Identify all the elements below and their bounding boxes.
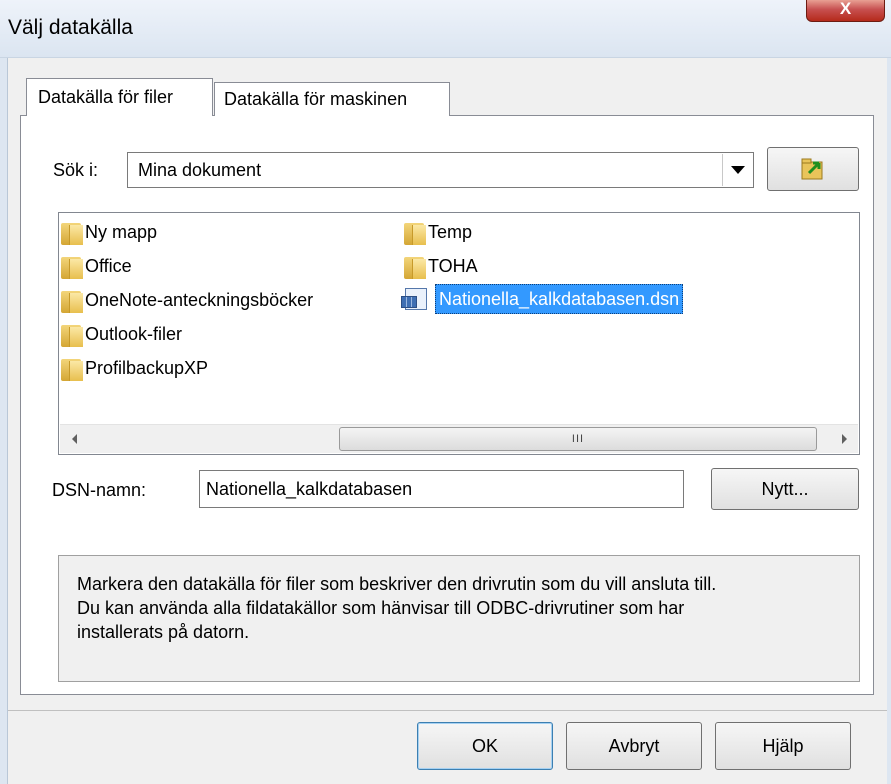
new-button[interactable]: Nytt... <box>711 468 859 510</box>
help-button-label: Hjälp <box>762 735 804 756</box>
dsn-name-label: DSN-namn: <box>52 480 147 500</box>
file-name: ProfilbackupXP <box>85 357 209 378</box>
file-list[interactable]: Ny mapp Office OneNote-anteckningsböcker… <box>58 212 860 455</box>
dsn-name-field[interactable] <box>200 471 683 507</box>
window-title: Välj datakälla <box>8 16 133 39</box>
lookin-label: Sök i: <box>53 160 99 180</box>
help-button[interactable]: Hjälp <box>715 722 851 770</box>
folder-up-icon <box>801 158 823 180</box>
list-item[interactable]: Office <box>61 251 132 281</box>
dropdown-arrow-button[interactable] <box>722 154 752 186</box>
scroll-right-button[interactable] <box>830 425 858 453</box>
cancel-button-label: Avbryt <box>608 735 660 756</box>
folder-icon <box>61 321 83 347</box>
window-frame-right <box>887 58 891 784</box>
list-item[interactable]: TOHA <box>404 251 478 281</box>
cancel-button[interactable]: Avbryt <box>566 722 702 770</box>
scroll-left-icon <box>71 434 77 444</box>
dsn-file-icon <box>401 286 431 312</box>
file-name: OneNote-anteckningsböcker <box>85 289 314 310</box>
list-item[interactable]: ProfilbackupXP <box>61 353 208 383</box>
folder-icon <box>61 287 83 313</box>
file-name: Temp <box>428 221 473 242</box>
lookin-value: Mina dokument <box>138 160 262 180</box>
folder-icon <box>61 253 83 279</box>
description-line: Markera den datakälla för filer som besk… <box>77 574 717 594</box>
close-button[interactable]: X <box>806 0 885 22</box>
footer-divider <box>8 710 887 711</box>
description-box: Markera den datakälla för filer som besk… <box>58 555 860 682</box>
list-item-selected[interactable]: Nationella_kalkdatabasen.dsn <box>401 284 684 314</box>
horizontal-scrollbar[interactable]: III <box>60 424 858 453</box>
list-item[interactable]: OneNote-anteckningsböcker <box>61 285 313 315</box>
folder-icon <box>61 219 83 245</box>
tab-file-dsn-label: Datakälla för filer <box>38 87 174 107</box>
list-item[interactable]: Outlook-filer <box>61 319 182 349</box>
file-name: TOHA <box>428 255 478 276</box>
lookin-dropdown[interactable]: Mina dokument <box>127 152 754 188</box>
tab-machine-dsn-label: Datakälla för maskinen <box>224 89 408 109</box>
file-name: Outlook-filer <box>85 323 183 344</box>
new-button-label: Nytt... <box>761 478 809 499</box>
file-name: Ny mapp <box>85 221 158 242</box>
dsn-name-field-wrapper <box>199 470 684 508</box>
description-line: Du kan använda alla fildatakällor som hä… <box>77 598 685 618</box>
scroll-grip-icon: III <box>571 433 585 445</box>
file-name: Office <box>85 255 132 276</box>
folder-icon <box>404 219 426 245</box>
folder-icon <box>61 355 83 381</box>
close-icon: X <box>839 0 852 18</box>
file-name: Nationella_kalkdatabasen.dsn <box>435 284 684 314</box>
ok-button-label: OK <box>471 735 498 756</box>
tab-file-dsn[interactable]: Datakälla för filer <box>26 78 213 116</box>
scrollbar-thumb[interactable]: III <box>339 427 817 451</box>
list-item[interactable]: Ny mapp <box>61 217 157 247</box>
tab-machine-dsn[interactable]: Datakälla för maskinen <box>214 82 450 116</box>
list-item[interactable]: Temp <box>404 217 472 247</box>
chevron-down-icon <box>730 166 745 174</box>
folder-icon <box>404 253 426 279</box>
window-frame-left <box>0 58 8 784</box>
scroll-right-icon <box>841 434 847 444</box>
up-one-level-button[interactable] <box>767 147 859 191</box>
title-bar: Välj datakälla X <box>0 0 891 58</box>
ok-button[interactable]: OK <box>417 722 553 770</box>
scroll-left-button[interactable] <box>60 425 88 453</box>
description-line: installerats på datorn. <box>77 622 250 642</box>
